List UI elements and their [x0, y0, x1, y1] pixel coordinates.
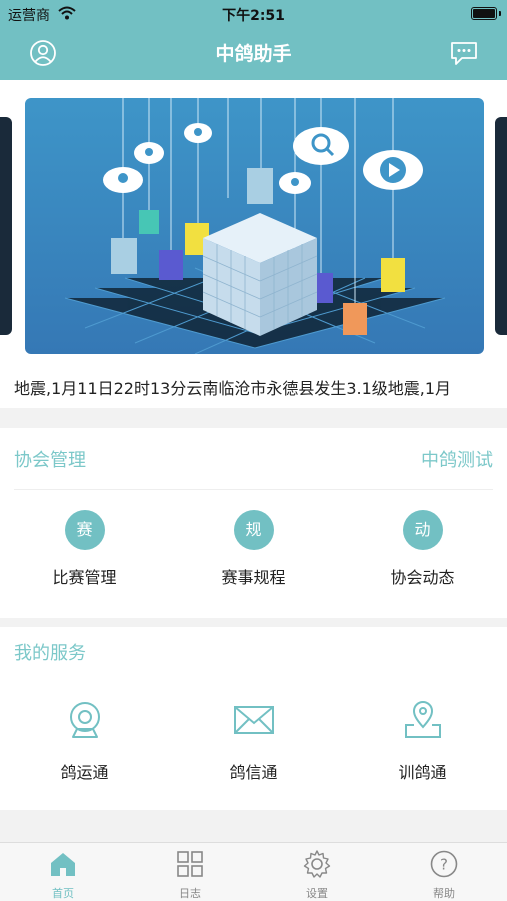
- tab-settings[interactable]: 设置: [254, 849, 380, 901]
- section-title-association: 协会管理: [14, 450, 86, 471]
- tab-label: 日志: [179, 887, 201, 900]
- svg-text:?: ?: [440, 856, 448, 874]
- race-rules-button[interactable]: 规 赛事规程: [169, 510, 338, 588]
- page-title: 中鸽助手: [215, 43, 292, 65]
- competition-management-button[interactable]: 赛 比赛管理: [0, 510, 169, 588]
- banner-carousel[interactable]: [0, 80, 507, 370]
- rules-icon: 规: [233, 510, 274, 550]
- grid-label: 协会动态: [390, 568, 455, 587]
- help-icon: ?: [430, 850, 458, 878]
- tab-help[interactable]: ? 帮助: [381, 849, 507, 901]
- my-services-section: 我的服务 鸽运通 鸽信通 训鸽通: [0, 627, 507, 810]
- section-title-services: 我的服务: [14, 643, 86, 664]
- competition-icon: 赛: [64, 510, 105, 550]
- nav-bar: 中鸽助手: [0, 26, 507, 80]
- tab-label: 设置: [306, 887, 328, 900]
- tab-home[interactable]: 首页: [0, 849, 126, 901]
- association-section: 协会管理 中鸽测试 赛 比赛管理 规 赛事规程 动 协会动态: [0, 428, 507, 618]
- carousel-next-card[interactable]: [495, 117, 507, 335]
- tab-log[interactable]: 日志: [127, 849, 253, 901]
- camera-icon: [69, 702, 100, 738]
- gear-icon: [303, 850, 331, 878]
- cloud-data-illustration: [64, 98, 446, 354]
- grid-label: 赛事规程: [221, 568, 286, 587]
- battery-icon: [471, 7, 497, 20]
- service-item-transport[interactable]: 鸽运通: [0, 697, 169, 783]
- grid-label: 比赛管理: [52, 568, 117, 587]
- home-icon: [51, 853, 75, 876]
- news-icon: 动: [402, 510, 443, 550]
- service-label: 训鸽通: [398, 763, 447, 782]
- tab-label: 首页: [52, 887, 74, 900]
- message-icon[interactable]: [449, 38, 479, 68]
- location-pin-icon: [404, 701, 441, 738]
- envelope-icon: [233, 706, 274, 734]
- status-time: 下午2:51: [222, 8, 285, 24]
- carousel-prev-card[interactable]: [0, 117, 12, 335]
- association-news-button[interactable]: 动 协会动态: [338, 510, 507, 588]
- news-marquee[interactable]: 地震,1月11日22时13分云南临沧市永德县发生3.1级地震,1月: [0, 370, 507, 408]
- tab-label: 帮助: [433, 887, 455, 900]
- tab-bar: 首页 日志 设置 ? 帮助: [0, 842, 507, 901]
- status-bar: 运营商 下午2:51: [0, 0, 507, 26]
- association-right-link[interactable]: 中鸽测试: [421, 446, 493, 472]
- news-text: 地震,1月11日22时13分云南临沧市永德县发生3.1级地震,1月: [14, 379, 452, 398]
- grid-icon: [177, 851, 203, 877]
- banner-image[interactable]: [25, 98, 484, 354]
- divider: [14, 489, 493, 490]
- service-item-message[interactable]: 鸽信通: [169, 697, 338, 783]
- service-item-training[interactable]: 训鸽通: [338, 697, 507, 783]
- service-label: 鸽信通: [229, 763, 278, 782]
- service-label: 鸽运通: [60, 763, 109, 782]
